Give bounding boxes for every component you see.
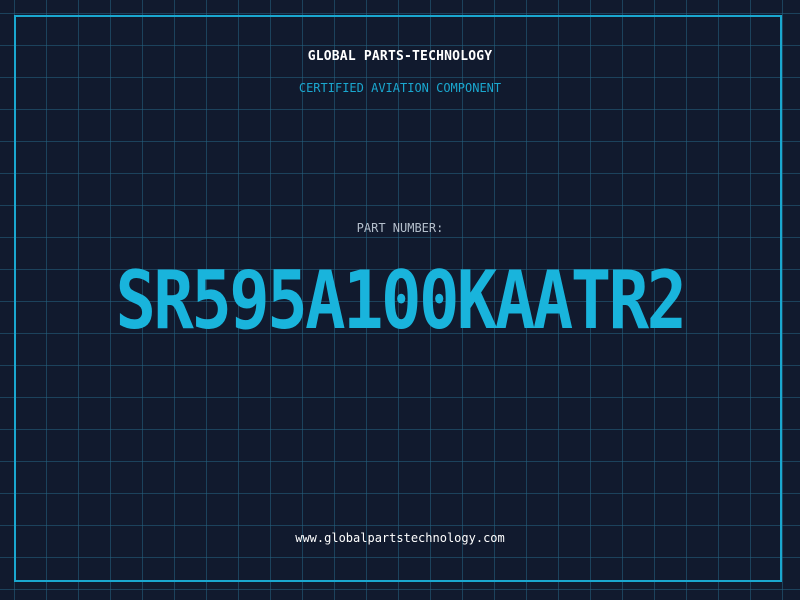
certification-tagline: CERTIFIED AVIATION COMPONENT: [298, 81, 502, 95]
website-url: www.globalpartstechnology.com: [295, 531, 505, 545]
part-label-card: GLOBAL PARTS-TECHNOLOGY CERTIFIED AVIATI…: [0, 0, 800, 600]
part-number-label: PART NUMBER:: [356, 221, 444, 235]
part-number-value: SR595A100KAATR2: [115, 254, 687, 347]
company-name: GLOBAL PARTS-TECHNOLOGY: [307, 49, 493, 64]
